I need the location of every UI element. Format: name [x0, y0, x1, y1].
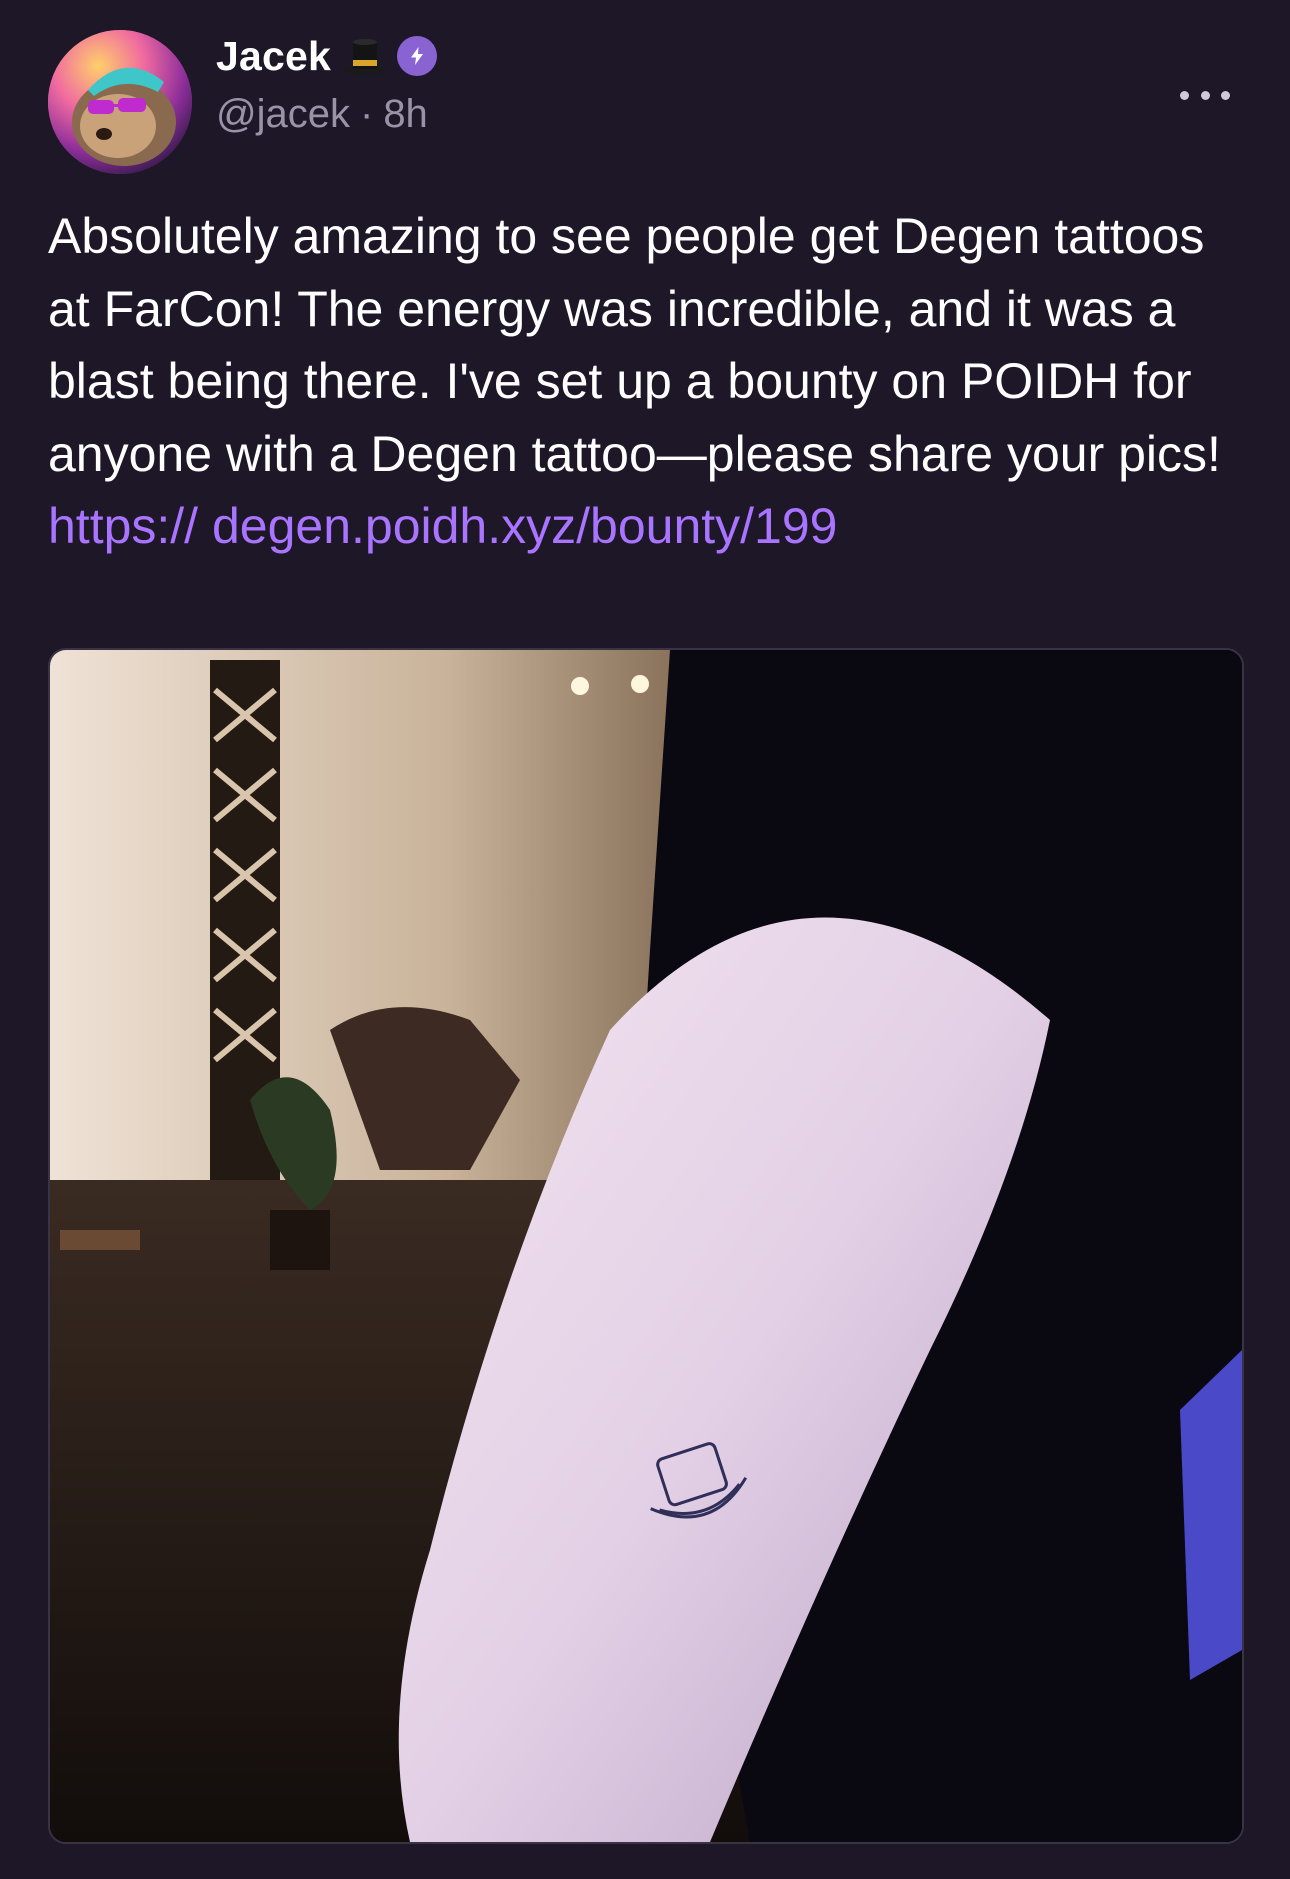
author-display-name[interactable]: Jacek [216, 33, 331, 80]
handle-row: @jacek · 8h [216, 92, 428, 137]
author-row: Jacek [216, 28, 438, 84]
more-dot [1221, 90, 1230, 100]
top-hat-emoji [341, 32, 389, 80]
more-horizontal-icon[interactable] [1180, 80, 1230, 110]
more-dot [1180, 90, 1189, 100]
cast-timestamp[interactable]: 8h [383, 92, 428, 137]
power-badge-icon [397, 36, 438, 76]
more-dot [1200, 90, 1210, 100]
bounty-link[interactable]: https:// degen.poidh.xyz/bounty/199 [48, 498, 837, 554]
cast-card: Jacek @jacek · 8h Absolutely amazing to … [0, 0, 1290, 1879]
author-avatar[interactable] [48, 30, 192, 174]
separator: · [359, 92, 374, 136]
embed-image-tattoo-photo[interactable] [48, 648, 1244, 1844]
cast-text: Absolutely amazing to see people get Deg… [48, 208, 1221, 482]
cast-body: Absolutely amazing to see people get Deg… [48, 200, 1228, 563]
author-handle[interactable]: @jacek [216, 92, 350, 137]
